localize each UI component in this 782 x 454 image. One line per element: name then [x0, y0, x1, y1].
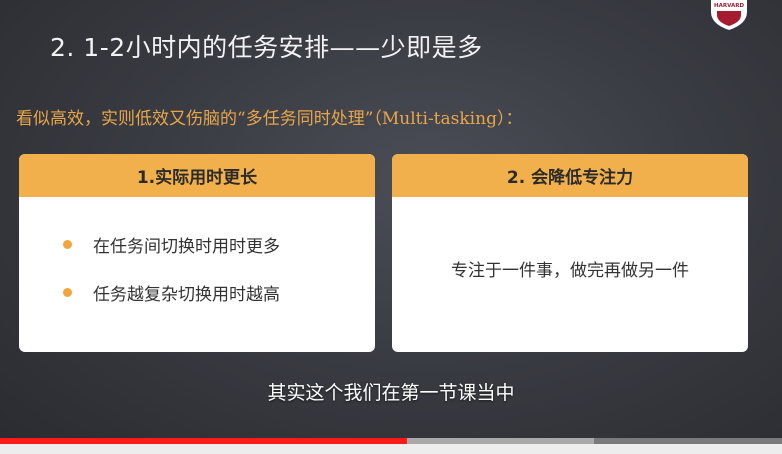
list-item: 在任务间切换时用时更多 — [61, 232, 280, 280]
card-text: 专注于一件事，做完再做另一件 — [451, 261, 689, 281]
bullet-text: 在任务间切换时用时更多 — [93, 237, 280, 257]
bullet-text: 任务越复杂切换用时越高 — [93, 285, 280, 305]
card-header: 1.实际用时更长 — [19, 154, 375, 197]
card-reduced-focus: 2. 会降低专注力 专注于一件事，做完再做另一件 — [392, 154, 748, 352]
bullet-list: 在任务间切换时用时更多 任务越复杂切换用时越高 — [61, 232, 280, 328]
bullet-dot-icon — [63, 240, 72, 249]
slide-subtitle: 看似高效，实则低效又伤脑的“多任务同时处理”（Multi-tasking）： — [16, 109, 523, 129]
video-caption: 其实这个我们在第一节课当中 — [267, 382, 515, 404]
list-item: 任务越复杂切换用时越高 — [61, 280, 280, 328]
card-header: 2. 会降低专注力 — [392, 154, 748, 197]
slide-title: 2. 1-2小时内的任务安排——少即是多 — [50, 33, 483, 62]
card-longer-time: 1.实际用时更长 在任务间切换时用时更多 任务越复杂切换用时越高 — [19, 154, 375, 352]
logo-text: HARVARD — [714, 3, 744, 9]
bullet-dot-icon — [63, 288, 72, 297]
player-bottom-strip — [0, 444, 782, 454]
harvard-shield-logo: HARVARD — [711, 0, 747, 30]
